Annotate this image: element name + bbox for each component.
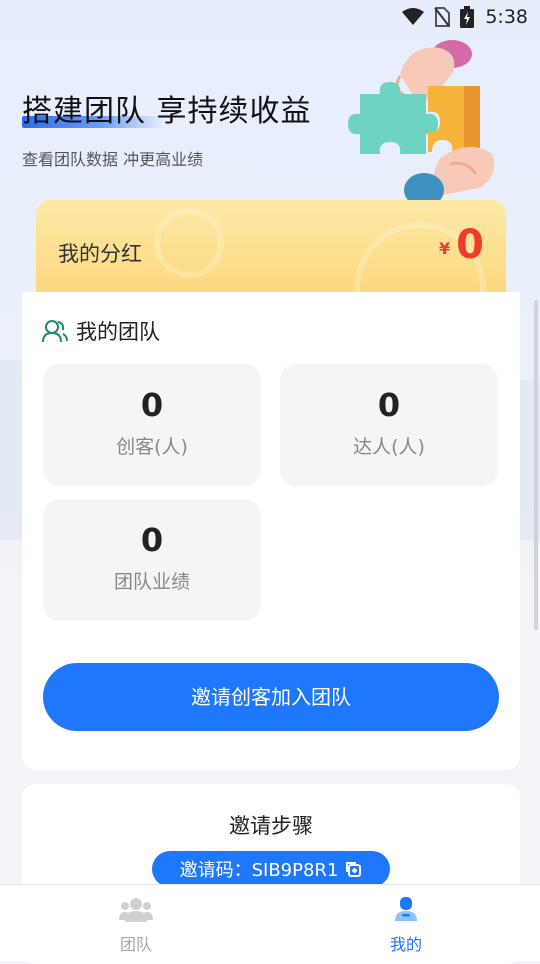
wifi-icon (402, 8, 424, 25)
nav-tab-profile[interactable]: 我的 (346, 895, 466, 955)
nav-label-profile: 我的 (389, 935, 422, 954)
my-team-panel: 我的团队 0 创客(人) 0 达人(人) 0 团队业绩 邀请创客加入团队 (22, 292, 520, 770)
copy-icon (346, 862, 362, 877)
nav-tab-team[interactable]: 团队 (76, 895, 196, 955)
stat-card-team-performance[interactable]: 0 团队业绩 (43, 499, 261, 621)
currency-symbol: ¥ (439, 239, 451, 258)
team-outline-icon (42, 320, 68, 343)
bottom-navigation: 团队 我的 (0, 884, 540, 961)
stat-label: 团队业绩 (113, 571, 190, 593)
stat-value: 0 (140, 521, 164, 559)
stat-card-creators[interactable]: 0 创客(人) (43, 364, 261, 486)
status-icons (402, 6, 474, 28)
coin-decoration (154, 208, 224, 278)
scrollbar[interactable] (534, 300, 538, 630)
page-subtitle: 查看团队数据 冲更高业绩 (22, 150, 204, 169)
dividend-label: 我的分红 (58, 242, 142, 266)
invite-creators-button[interactable]: 邀请创客加入团队 (43, 663, 499, 731)
puzzle-hands-illustration (348, 40, 495, 207)
profile-icon (395, 897, 417, 921)
status-time: 5:38 (485, 6, 528, 28)
battery-charging-icon (460, 6, 474, 28)
no-sim-icon (434, 7, 450, 27)
page-title: 搭建团队 享持续收益 (22, 94, 312, 129)
team-icon (119, 898, 153, 922)
nav-label-team: 团队 (119, 935, 152, 954)
dividend-amount: ¥ 0 (439, 222, 484, 268)
stat-value: 0 (140, 386, 164, 424)
status-bar: 5:38 (0, 0, 540, 36)
stat-label: 达人(人) (353, 436, 425, 458)
invite-code-copy-button[interactable]: 邀请码：SIB9P8R1 (152, 851, 390, 887)
team-header: 我的团队 (42, 316, 160, 346)
stat-label: 创客(人) (116, 436, 188, 458)
stat-value: 0 (377, 386, 401, 424)
dividend-value: 0 (456, 222, 484, 268)
dividend-card[interactable]: 我的分红 ¥ 0 (36, 200, 506, 300)
steps-title: 邀请步骤 (229, 814, 313, 838)
team-title: 我的团队 (76, 320, 160, 344)
stat-card-influencers[interactable]: 0 达人(人) (280, 364, 498, 486)
invite-code-text: 邀请码：SIB9P8R1 (179, 860, 339, 881)
